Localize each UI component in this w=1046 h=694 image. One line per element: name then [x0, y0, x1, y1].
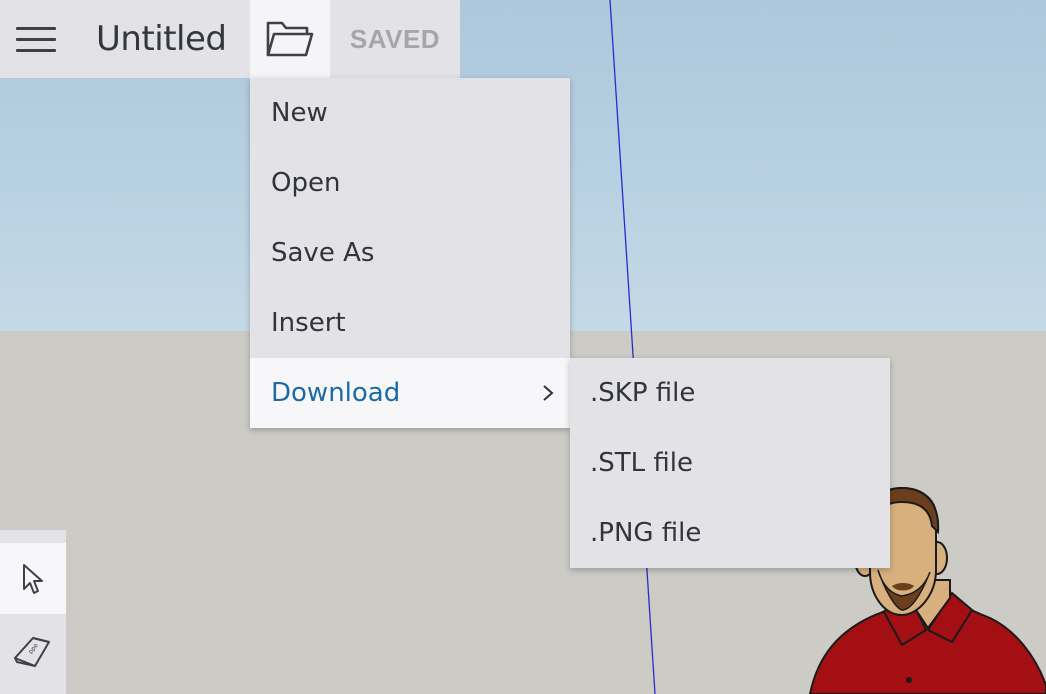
- menu-item-insert[interactable]: Insert: [250, 288, 570, 358]
- submenu-item-skp[interactable]: .SKP file: [570, 358, 890, 428]
- top-bar: Untitled SAVED: [0, 0, 460, 78]
- eraser-tool-button[interactable]: ppe: [0, 614, 66, 686]
- main-menu-button[interactable]: [0, 0, 72, 78]
- tool-palette: ppe: [0, 530, 66, 694]
- chevron-right-icon: [543, 385, 554, 401]
- save-status-label: SAVED: [349, 23, 441, 54]
- file-menu-button[interactable]: [250, 0, 330, 78]
- submenu-item-stl[interactable]: .STL file: [570, 428, 890, 498]
- menu-item-open[interactable]: Open: [250, 148, 570, 218]
- menu-item-new[interactable]: New: [250, 78, 570, 148]
- select-arrow-icon: [23, 563, 43, 594]
- folder-open-icon: [266, 21, 314, 57]
- download-submenu: .SKP file .STL file .PNG file: [570, 358, 890, 568]
- menu-item-label: Download: [271, 378, 401, 408]
- submenu-item-label: .STL file: [590, 448, 693, 478]
- submenu-item-label: .PNG file: [590, 518, 702, 548]
- svg-text:ppe: ppe: [27, 642, 40, 655]
- eraser-icon: ppe: [14, 637, 50, 667]
- menu-item-download[interactable]: Download: [250, 358, 570, 428]
- submenu-item-png[interactable]: .PNG file: [570, 498, 890, 568]
- menu-item-save-as[interactable]: Save As: [250, 218, 570, 288]
- menu-item-label: Save As: [271, 238, 375, 268]
- hamburger-menu-icon: [16, 25, 56, 53]
- select-tool-button[interactable]: [0, 543, 66, 614]
- menu-item-label: Open: [271, 168, 341, 198]
- file-menu-dropdown: New Open Save As Insert Download: [250, 78, 570, 428]
- submenu-item-label: .SKP file: [590, 378, 696, 408]
- document-title[interactable]: Untitled: [72, 0, 250, 78]
- menu-item-label: Insert: [271, 308, 346, 338]
- menu-item-label: New: [271, 98, 328, 128]
